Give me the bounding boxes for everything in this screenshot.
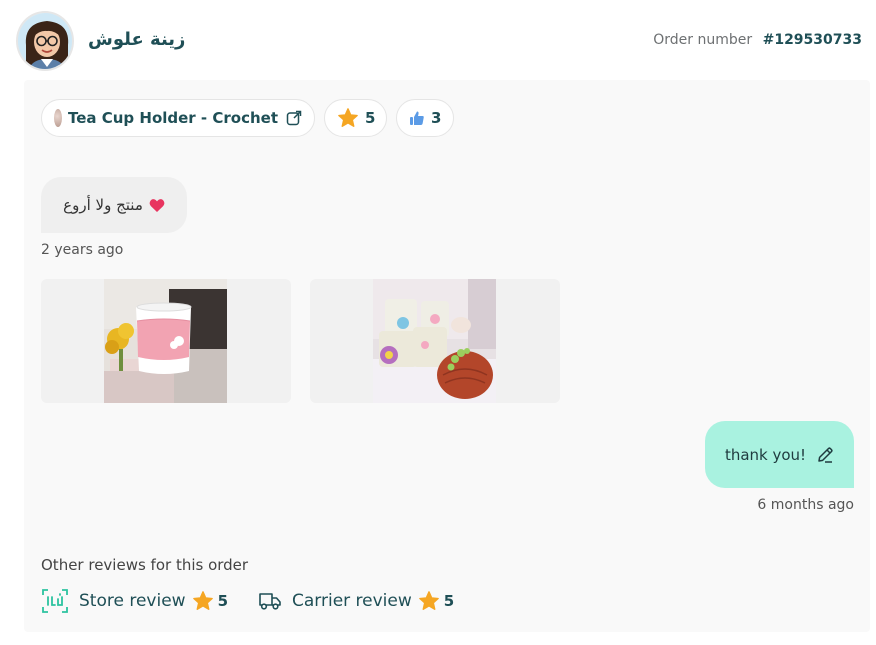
store-review-label[interactable]: Store review xyxy=(79,591,186,611)
reply-bubble: thank you! xyxy=(705,421,854,488)
likes-chip[interactable]: 3 xyxy=(396,99,454,137)
star-icon xyxy=(418,590,440,612)
order-label: Order number xyxy=(653,32,753,48)
avatar[interactable] xyxy=(16,11,74,71)
pencil-icon[interactable] xyxy=(816,446,834,464)
review-photo-card-1[interactable] xyxy=(41,279,291,403)
review-panel: Tea Cup Holder - Crochet 5 3 منتج ولا أر… xyxy=(24,80,870,632)
rating-value: 5 xyxy=(365,109,376,127)
customer-message-text: منتج ولا أروع xyxy=(63,196,143,214)
truck-icon xyxy=(258,590,282,612)
likes-count: 3 xyxy=(431,109,442,127)
rating-chip: 5 xyxy=(324,99,387,137)
customer-message-time: 2 years ago xyxy=(41,242,124,258)
customer-message-bubble: منتج ولا أروع xyxy=(41,177,187,233)
reply-time: 6 months ago xyxy=(757,497,854,513)
review-photo-1[interactable] xyxy=(104,279,227,403)
order-number-label: Order number #129530733 xyxy=(653,32,862,48)
review-header: زينة علوش Order number #129530733 xyxy=(0,0,876,80)
thumbs-up-icon xyxy=(409,110,425,126)
reply-text: thank you! xyxy=(724,445,807,464)
star-icon xyxy=(192,590,214,612)
other-reviews-title: Other reviews for this order xyxy=(41,556,249,574)
carrier-review-rating: 5 xyxy=(443,592,455,610)
store-logo-icon xyxy=(41,587,69,615)
review-photo-card-2[interactable] xyxy=(310,279,560,403)
star-icon xyxy=(337,107,359,129)
heart-icon xyxy=(149,198,165,213)
product-thumbnail xyxy=(54,109,62,127)
product-name: Tea Cup Holder - Crochet xyxy=(67,109,278,127)
external-link-icon[interactable] xyxy=(286,110,302,126)
carrier-review-label[interactable]: Carrier review xyxy=(292,591,412,611)
product-chip[interactable]: Tea Cup Holder - Crochet xyxy=(41,99,315,137)
user-name: زينة علوش xyxy=(88,29,186,50)
review-photo-2[interactable] xyxy=(373,279,496,403)
other-reviews-row: Store review 5 Carrier review 5 xyxy=(41,586,454,616)
store-review-rating: 5 xyxy=(217,592,228,610)
order-number[interactable]: #129530733 xyxy=(763,32,862,48)
